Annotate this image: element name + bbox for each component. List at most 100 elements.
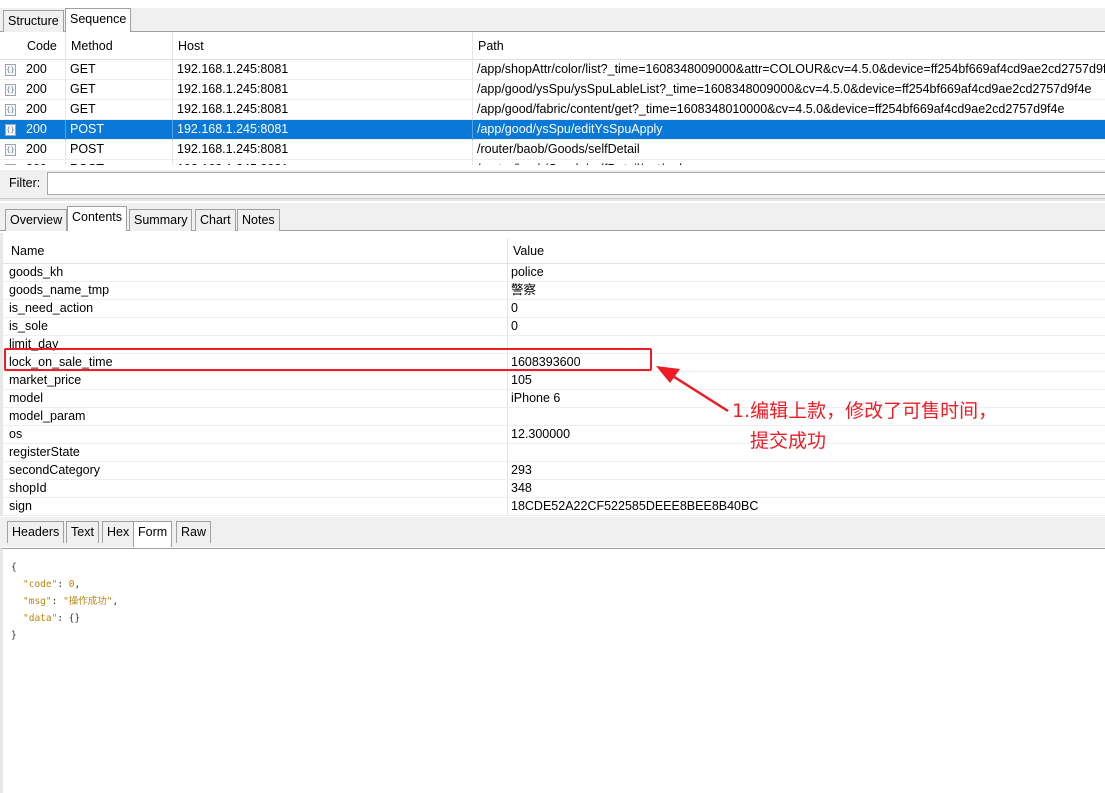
cell-path: /app/good/ysSpu/ysSpuLableList?_time=160…: [477, 82, 1092, 96]
contents-row[interactable]: is_need_action 0: [3, 300, 1105, 318]
cell-code: 200: [22, 140, 66, 160]
cell-path: /router/baob/Goods/selfDetail/get/order: [473, 160, 1105, 165]
contents-row[interactable]: shopId 348: [3, 480, 1105, 498]
tab-headers[interactable]: Headers: [7, 521, 65, 543]
cell-method: GET: [66, 100, 173, 120]
filter-label: Filter:: [9, 176, 41, 190]
response-body[interactable]: { "code": 0, "msg": "操作成功", "data": {} }: [0, 548, 1105, 793]
contents-table-header: Name Value: [3, 238, 1105, 264]
cell-name: os: [9, 427, 23, 441]
annotation-line1: 1.编辑上款，修改了可售时间，: [732, 400, 998, 422]
sequence-row[interactable]: {} 200 POST 192.168.1.245:8081/app/good/ysS…: [0, 120, 1105, 140]
column-value[interactable]: Value: [507, 238, 544, 264]
splitter-top[interactable]: [0, 198, 1105, 201]
cell-value: 0: [511, 301, 518, 315]
json-key-data: "data": [23, 613, 58, 624]
cell-value: 警察: [511, 283, 537, 297]
filter-bar: Filter:: [0, 170, 1105, 198]
cell-value: 293: [511, 463, 532, 477]
cell-method: POST: [66, 120, 173, 140]
column-host[interactable]: Host: [173, 32, 473, 60]
tab-summary[interactable]: Summary: [129, 209, 193, 231]
cell-code: 200: [22, 80, 66, 100]
column-code[interactable]: Code: [22, 32, 66, 60]
cell-value: 105: [511, 373, 532, 387]
annotation-arrow-icon: [656, 366, 729, 413]
tab-structure[interactable]: Structure: [3, 10, 64, 32]
cell-value: 12.300000: [511, 427, 571, 441]
detail-tab-bar: Overview Contents Summary Chart Notes: [0, 203, 1105, 231]
cell-code: 200: [22, 100, 66, 120]
cell-value: 348: [511, 481, 532, 495]
cell-path: /app/good/ysSpu/editYsSpuApply: [477, 122, 663, 136]
response-tab-bar: Headers Text Hex Form Raw: [0, 517, 1105, 547]
filter-input[interactable]: [47, 172, 1105, 195]
json-val-code: 0: [68, 579, 75, 590]
contents-row[interactable]: goods_name_tmp 警察: [3, 282, 1105, 300]
tab-notes[interactable]: Notes: [237, 209, 280, 231]
json-line-msg: "msg": "操作成功",: [23, 596, 119, 607]
cell-name: shopId: [9, 481, 47, 495]
request-icon: {}: [5, 164, 16, 165]
cell-host: 192.168.1.245:8081: [173, 120, 473, 140]
request-icon: {}: [5, 64, 16, 76]
contents-row[interactable]: is_sole 0: [3, 318, 1105, 336]
cell-name: market_price: [9, 373, 82, 387]
sequence-row[interactable]: {} 200POST192.168.1.245:8081/router/baob/…: [0, 140, 1105, 160]
top-tab-bar: Structure Sequence: [0, 8, 1105, 33]
contents-row[interactable]: sign 18CDE52A22CF522585DEEE8BEE8B40BC: [3, 498, 1105, 516]
json-val-data: {}: [68, 613, 81, 624]
cell-code: 200: [22, 60, 66, 80]
request-icon: {}: [5, 144, 16, 156]
column-method[interactable]: Method: [66, 32, 173, 60]
sequence-table: Code Method Host Path {} 200 GET 192.168.1.…: [0, 32, 1105, 165]
cell-method: POST: [66, 140, 173, 160]
cell-name: registerState: [9, 445, 80, 459]
highlight-box: [4, 348, 652, 371]
cell-name: secondCategory: [9, 463, 101, 477]
column-path[interactable]: Path: [473, 32, 1105, 60]
tab-hex[interactable]: Hex: [102, 521, 135, 543]
cell-path: /app/good/fabric/content/get?_time=16083…: [477, 102, 1065, 116]
cell-code: 200: [22, 120, 66, 140]
cell-host: 192.168.1.245:8081: [173, 100, 473, 120]
tab-text[interactable]: Text: [66, 521, 99, 543]
sequence-row[interactable]: {} 200 GET 192.168.1.245:8081/app/shopAttr/…: [0, 60, 1105, 80]
cell-name: goods_name_tmp: [9, 283, 110, 297]
request-icon: {}: [5, 104, 16, 116]
tab-contents[interactable]: Contents: [67, 206, 128, 231]
json-val-msg: "操作成功": [63, 596, 113, 607]
json-close: }: [11, 630, 17, 641]
contents-row[interactable]: secondCategory 293: [3, 462, 1105, 480]
cell-host: 192.168.1.245:8081: [173, 60, 473, 80]
cell-value: iPhone 6: [511, 391, 561, 405]
tab-chart[interactable]: Chart: [195, 209, 236, 231]
cell-host: 192.168.1.245:8081: [173, 140, 473, 160]
column-name[interactable]: Name: [5, 238, 44, 264]
tab-form[interactable]: Form: [133, 521, 173, 547]
cell-name: goods_kh: [9, 265, 64, 279]
cell-value: 18CDE52A22CF522585DEEE8BEE8B40BC: [511, 499, 759, 513]
sequence-row[interactable]: {} 200POST192.168.1.245:8081/router/baob/…: [0, 160, 1105, 165]
request-icon: {}: [5, 84, 16, 96]
annotation-text: 1.编辑上款，修改了可售时间， 提交成功: [732, 396, 997, 456]
json-open: {: [11, 562, 17, 573]
tab-raw[interactable]: Raw: [176, 521, 212, 543]
cell-host: 192.168.1.245:8081: [173, 80, 473, 100]
cell-code: 200: [22, 160, 66, 165]
tab-overview[interactable]: Overview: [5, 209, 68, 231]
cell-method: GET: [66, 60, 173, 80]
sequence-table-header: Code Method Host Path: [0, 32, 1105, 60]
json-key-msg: "msg": [23, 596, 52, 607]
cell-host: 192.168.1.245:8081: [173, 160, 473, 165]
request-icon: {}: [5, 124, 16, 136]
sequence-row[interactable]: {} 200 GET 192.168.1.245:8081/app/good/ysSp…: [0, 80, 1105, 100]
contents-row[interactable]: goods_kh police: [3, 264, 1105, 282]
sequence-row[interactable]: {} 200 GET 192.168.1.245:8081/app/good/fabr…: [0, 100, 1105, 120]
cell-name: model: [9, 391, 44, 405]
tab-sequence[interactable]: Sequence: [65, 8, 132, 33]
contents-row[interactable]: market_price 105: [3, 372, 1105, 390]
cell-method: GET: [66, 80, 173, 100]
cell-value: police: [511, 265, 544, 279]
cell-name: is_need_action: [9, 301, 94, 315]
